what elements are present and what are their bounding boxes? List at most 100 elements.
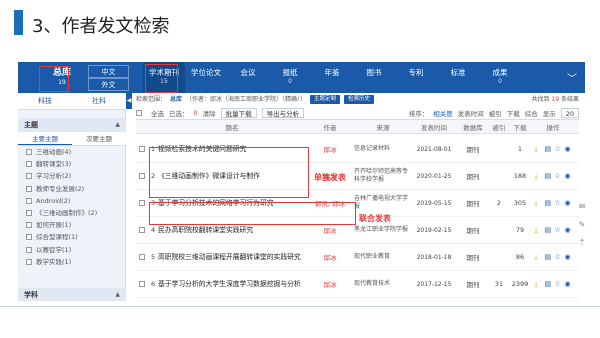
topic-checkbox[interactable]: [26, 246, 32, 253]
topic-item[interactable]: 翻转课堂(3): [18, 158, 126, 170]
tab-thesis[interactable]: 学位论文: [185, 62, 227, 93]
tab-newspaper[interactable]: 报纸 0: [269, 62, 311, 93]
result-author-link[interactable]: 邱冰: [306, 225, 354, 235]
topic-item[interactable]: 学习分析(2): [18, 170, 126, 182]
cite-icon[interactable]: ◉: [565, 253, 572, 261]
topic-item[interactable]: 如何开展(1): [18, 219, 126, 231]
download-icon[interactable]: ⤓: [535, 145, 542, 153]
back-to-top-icon[interactable]: ⇡: [577, 238, 585, 248]
favorite-icon[interactable]: ☆: [555, 226, 562, 234]
row-select[interactable]: 6: [136, 280, 158, 288]
feedback-icon[interactable]: ✉: [577, 202, 585, 212]
favorite-icon[interactable]: ☆: [555, 145, 562, 153]
result-source-link[interactable]: 现代职业教育: [354, 253, 412, 261]
download-icon[interactable]: ⤓: [535, 253, 542, 261]
tab-yearbook[interactable]: 年鉴: [311, 62, 353, 93]
result-author-link[interactable]: 邱冰: [306, 144, 354, 154]
batch-download-button[interactable]: 批量下载: [220, 107, 257, 118]
tab-social[interactable]: 社科: [72, 93, 126, 110]
topic-checkbox[interactable]: [26, 197, 32, 204]
read-icon[interactable]: ▤: [545, 199, 552, 207]
result-source-link[interactable]: 现代教育技术: [354, 280, 412, 288]
read-icon[interactable]: ▤: [545, 280, 552, 288]
cite-icon[interactable]: ◉: [565, 226, 572, 234]
facet-header[interactable]: 学科 ▲: [18, 288, 126, 301]
favorite-icon[interactable]: ☆: [555, 172, 562, 180]
clear-button[interactable]: 清除: [203, 108, 216, 118]
result-source-link[interactable]: 黑龙江职业学院学报: [354, 226, 412, 234]
sort-comprehensive[interactable]: 综合: [525, 108, 538, 118]
read-icon[interactable]: ▤: [545, 172, 552, 180]
sort-date[interactable]: 发表时间: [458, 108, 484, 118]
topic-checkbox[interactable]: [26, 258, 32, 265]
subtab-primary[interactable]: 主要主题: [18, 132, 72, 145]
facet-header[interactable]: 主题 ▲: [18, 118, 126, 132]
favorite-icon[interactable]: ☆: [555, 253, 562, 261]
topic-item[interactable]: 教师专业发展(2): [18, 183, 126, 195]
row-checkbox[interactable]: [139, 281, 145, 287]
read-icon[interactable]: ▤: [545, 145, 552, 153]
row-select[interactable]: 5: [136, 253, 158, 261]
tab-conference[interactable]: 会议: [227, 62, 269, 93]
chevron-down-icon[interactable]: ﹀: [567, 70, 577, 85]
download-icon[interactable]: ⤓: [535, 199, 542, 207]
tab-patent[interactable]: 专利: [395, 62, 437, 93]
result-author-link[interactable]: 邱冰: [306, 279, 354, 289]
result-source-link[interactable]: 吉林广播电视大学学报: [354, 195, 412, 211]
row-checkbox[interactable]: [139, 146, 145, 152]
row-checkbox[interactable]: [139, 254, 145, 260]
sort-downloads[interactable]: 下载: [507, 108, 520, 118]
topic-item[interactable]: Android(2): [18, 195, 126, 207]
topic-checkbox[interactable]: [26, 222, 32, 229]
tab-standard[interactable]: 标准: [437, 62, 479, 93]
select-all-checkbox[interactable]: [136, 109, 142, 116]
row-select[interactable]: 4: [136, 226, 158, 234]
topic-item[interactable]: 三维动画(4): [18, 146, 126, 158]
cite-icon[interactable]: ◉: [565, 145, 572, 153]
topic-item[interactable]: 教学实践(1): [18, 256, 126, 268]
history-button[interactable]: 检索历史: [344, 95, 375, 104]
result-title-link[interactable]: 基于学习分析的大学生深度学习数据挖掘与分析: [158, 280, 306, 289]
sort-relevance[interactable]: 相关度: [433, 108, 453, 118]
row-checkbox[interactable]: [139, 227, 145, 233]
favorite-icon[interactable]: ☆: [555, 199, 562, 207]
topic-checkbox[interactable]: [26, 185, 32, 192]
result-author-link[interactable]: 邱冰: [306, 252, 354, 262]
tab-achievement[interactable]: 成果 0: [479, 62, 521, 93]
result-source-link[interactable]: 齐齐哈尔师范高等专科学校学报: [354, 168, 412, 184]
lang-en-tab[interactable]: 外文: [88, 78, 129, 91]
favorite-icon[interactable]: ☆: [555, 280, 562, 288]
download-icon[interactable]: ⤓: [535, 280, 542, 288]
subtab-secondary[interactable]: 次要主题: [72, 132, 126, 145]
cite-icon[interactable]: ◉: [565, 280, 572, 288]
export-button[interactable]: 导出与分析: [261, 107, 305, 118]
subscribe-button[interactable]: 主题定制: [310, 95, 341, 104]
result-title-link[interactable]: 高职院校三维动画课程开展翻转课堂的实践研究: [158, 253, 306, 262]
read-icon[interactable]: ▤: [545, 253, 552, 261]
topic-checkbox[interactable]: [26, 173, 32, 180]
cite-icon[interactable]: ◉: [565, 172, 572, 180]
sidebar-collapse-handle[interactable]: ◀: [126, 93, 132, 109]
page-size-select[interactable]: 20: [560, 107, 579, 118]
read-icon[interactable]: ▤: [545, 226, 552, 234]
row-checkbox[interactable]: [139, 173, 145, 179]
result-source-link[interactable]: 信息记录材料: [354, 145, 412, 153]
sort-cited[interactable]: 被引: [489, 108, 502, 118]
download-icon[interactable]: ⤓: [535, 172, 542, 180]
row-checkbox[interactable]: [139, 200, 145, 206]
edit-icon[interactable]: ✎: [577, 220, 585, 230]
lang-zh-tab[interactable]: 中文: [88, 65, 129, 78]
topic-checkbox[interactable]: [26, 210, 32, 217]
result-title-link[interactable]: 民办高职院校翻转课堂实践研究: [158, 226, 306, 235]
topic-item[interactable]: 综合型课程(1): [18, 231, 126, 243]
select-all-label[interactable]: 全选: [151, 108, 164, 118]
cite-icon[interactable]: ◉: [565, 199, 572, 207]
topic-checkbox[interactable]: [26, 149, 32, 156]
topic-checkbox[interactable]: [26, 161, 32, 168]
topic-item[interactable]: 以赛促学(1): [18, 244, 126, 256]
topic-checkbox[interactable]: [26, 234, 32, 241]
tab-book[interactable]: 图书: [353, 62, 395, 93]
download-icon[interactable]: ⤓: [535, 226, 542, 234]
tab-science[interactable]: 科技: [18, 93, 72, 110]
topic-item[interactable]: 《三维动画制作》(2): [18, 207, 126, 219]
